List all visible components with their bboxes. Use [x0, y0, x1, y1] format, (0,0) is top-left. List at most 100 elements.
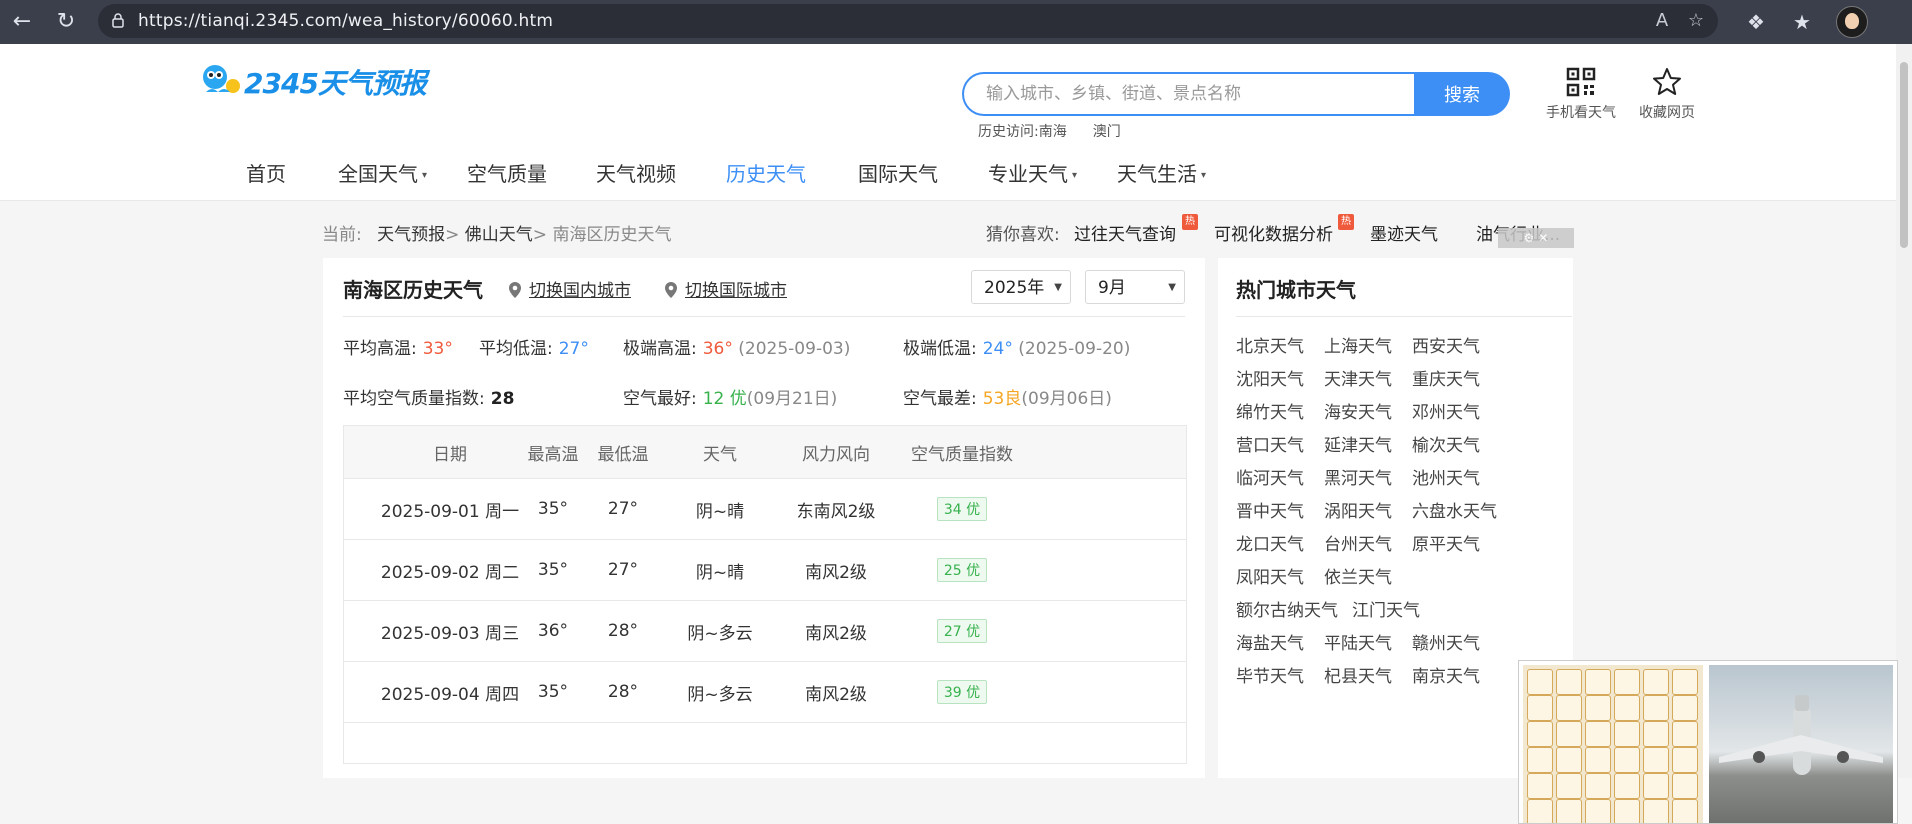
stat-date: (2025-09-20) — [1018, 339, 1131, 359]
nav-national[interactable]: 全国天气 ▾ — [338, 158, 427, 187]
breadcrumb-current: 南海区历史天气 — [552, 225, 672, 245]
ad-tile — [1556, 799, 1582, 823]
hot-city-link[interactable]: 平陆天气 — [1324, 629, 1392, 654]
hot-city-link[interactable]: 上海天气 — [1324, 332, 1392, 357]
nav-life[interactable]: 天气生活 ▾ — [1117, 158, 1206, 187]
guess-item-visual-data[interactable]: 可视化数据分析 — [1214, 220, 1333, 245]
search-input[interactable] — [962, 72, 1432, 116]
hot-city-link[interactable]: 原平天气 — [1412, 530, 1480, 555]
hot-cities-title: 热门城市天气 — [1236, 278, 1356, 302]
hot-city-link[interactable]: 西安天气 — [1412, 332, 1480, 357]
hot-city-link[interactable]: 临河天气 — [1236, 464, 1304, 489]
hot-city-link[interactable]: 天津天气 — [1324, 365, 1392, 390]
lock-icon[interactable] — [110, 12, 126, 28]
ad-tile — [1643, 773, 1669, 799]
url-text[interactable]: https://tianqi.2345.com/wea_history/6006… — [138, 11, 553, 31]
favorites-icon[interactable]: ★ — [1788, 8, 1816, 36]
hot-city-link[interactable]: 江门天气 — [1352, 596, 1420, 621]
read-aloud-icon[interactable]: A — [1650, 9, 1674, 33]
search-button[interactable]: 搜索 — [1414, 72, 1510, 116]
hot-city-link[interactable]: 重庆天气 — [1412, 365, 1480, 390]
stat-label: 平均空气质量指数: — [343, 389, 485, 409]
ad-tile — [1585, 721, 1611, 747]
profile-avatar[interactable] — [1836, 6, 1868, 38]
cell-low: 28° — [607, 682, 639, 702]
hot-city-link[interactable]: 南京天气 — [1412, 662, 1480, 687]
hot-city-link[interactable]: 依兰天气 — [1324, 563, 1392, 588]
star-icon — [1653, 68, 1681, 95]
guess-label: 猜你喜欢: — [986, 225, 1060, 245]
back-icon[interactable]: ← — [6, 6, 38, 38]
history-visit-macau[interactable]: 澳门 — [1093, 124, 1121, 140]
hot-city-link[interactable]: 海安天气 — [1324, 398, 1392, 423]
nav-history[interactable]: 历史天气 — [726, 158, 806, 187]
cell-low: 28° — [607, 621, 639, 641]
history-visit-nanhai[interactable]: 历史访问:南海 — [978, 124, 1067, 140]
panel-title: 南海区历史天气 — [343, 278, 483, 302]
ad-tile — [1585, 669, 1611, 695]
nav-international[interactable]: 国际天气 — [858, 158, 938, 187]
breadcrumb-sep: > — [532, 225, 548, 245]
switch-domestic-city[interactable]: 切换国内城市 — [507, 276, 631, 301]
hot-city-link[interactable]: 延津天气 — [1324, 431, 1392, 456]
ad-game-image — [1523, 665, 1703, 823]
guess-item-past-weather[interactable]: 过往天气查询 — [1074, 220, 1176, 245]
hot-city-link[interactable]: 营口天气 — [1236, 431, 1304, 456]
chevron-down-icon: ▾ — [1201, 170, 1207, 181]
aqi-badge: 27 优 — [936, 619, 988, 643]
extensions-icon[interactable]: ❖ — [1742, 8, 1770, 36]
breadcrumb-weather[interactable]: 天气预报 — [377, 225, 445, 245]
scrollbar-thumb[interactable] — [1900, 62, 1908, 248]
header-weather: 天气 — [703, 444, 737, 465]
hot-city-link[interactable]: 杞县天气 — [1324, 662, 1392, 687]
ad-banner[interactable] — [1518, 660, 1898, 824]
hot-city-link[interactable]: 涡阳天气 — [1324, 497, 1392, 522]
hot-badge: 热 — [1182, 214, 1198, 230]
stat-label: 极端高温: — [623, 339, 697, 359]
hot-city-link[interactable]: 北京天气 — [1236, 332, 1304, 357]
hot-city-link[interactable]: 台州天气 — [1324, 530, 1392, 555]
hot-city-link[interactable]: 晋中天气 — [1236, 497, 1304, 522]
year-select[interactable]: 2025年 ▼ — [971, 270, 1071, 304]
month-select[interactable]: 9月 ▼ — [1085, 270, 1185, 304]
hot-city-link[interactable]: 榆次天气 — [1412, 431, 1480, 456]
nav-pro-label: 专业天气 — [988, 162, 1068, 186]
nav-pro[interactable]: 专业天气 ▾ — [988, 158, 1077, 187]
address-bar[interactable]: https://tianqi.2345.com/wea_history/6006… — [98, 4, 1718, 38]
bookmark-button[interactable]: 收藏网页 — [1622, 66, 1712, 122]
hot-city-link[interactable]: 赣州天气 — [1412, 629, 1480, 654]
hot-city-link[interactable]: 额尔古纳天气 — [1236, 596, 1338, 621]
cell-aqi: 39 优 — [892, 662, 1032, 722]
stat-extreme-low: 极端低温: 24° (2025-09-20) — [903, 334, 1130, 359]
nav-life-label: 天气生活 — [1117, 162, 1197, 186]
hot-city-link[interactable]: 池州天气 — [1412, 464, 1480, 489]
nav-video[interactable]: 天气视频 — [596, 158, 676, 187]
cell-low: 27° — [607, 560, 639, 580]
hot-city-link[interactable]: 绵竹天气 — [1236, 398, 1304, 423]
ad-close-icon[interactable]: ⚙ ✕ — [1498, 228, 1574, 248]
stat-value: 27° — [558, 339, 589, 359]
mobile-weather-button[interactable]: 手机看天气 — [1536, 66, 1626, 122]
ad-tile — [1643, 799, 1669, 823]
hot-city-link[interactable]: 黑河天气 — [1324, 464, 1392, 489]
hot-city-link[interactable]: 毕节天气 — [1236, 662, 1304, 687]
guess-you-like: 猜你喜欢: 过往天气查询 热 可视化数据分析 热 墨迹天气 油气行业... — [986, 214, 1560, 245]
guess-item-moji[interactable]: 墨迹天气 — [1370, 220, 1438, 245]
hot-city-link[interactable]: 海盐天气 — [1236, 629, 1304, 654]
refresh-icon[interactable]: ↻ — [50, 6, 82, 38]
switch-international-city[interactable]: 切换国际城市 — [663, 276, 787, 301]
ad-tile — [1614, 747, 1640, 773]
hot-city-link[interactable]: 邓州天气 — [1412, 398, 1480, 423]
hot-city-link[interactable]: 龙口天气 — [1236, 530, 1304, 555]
hot-city-link[interactable]: 沈阳天气 — [1236, 365, 1304, 390]
chevron-down-icon: ▼ — [1168, 282, 1176, 293]
hot-city-link[interactable]: 六盘水天气 — [1412, 497, 1497, 522]
breadcrumb-foshan[interactable]: 佛山天气 — [465, 225, 533, 245]
airplane-icon — [1719, 695, 1883, 775]
hot-city-link[interactable]: 凤阳天气 — [1236, 563, 1304, 588]
nav-home[interactable]: 首页 — [246, 158, 286, 187]
scrollbar[interactable] — [1896, 44, 1912, 778]
stat-worst-air: 空气最差: 53良(09月06日) — [903, 384, 1112, 409]
nav-air-quality[interactable]: 空气质量 — [467, 158, 547, 187]
favorite-star-icon[interactable]: ☆ — [1684, 9, 1708, 33]
